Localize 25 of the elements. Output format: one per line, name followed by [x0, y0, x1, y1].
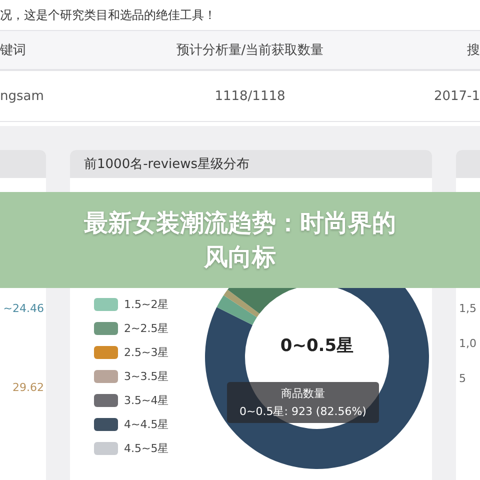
intro-text: 况，这是个研究类目和选品的绝佳工具！ [0, 0, 480, 30]
value-label: ~24.46 [3, 302, 44, 315]
tooltip-text: 0~0.5星: 923 (82.56%) [240, 404, 366, 419]
legend-label[interactable]: 1.5~2星 [124, 296, 169, 312]
legend-label[interactable]: 3~3.5星 [124, 368, 169, 384]
column-header: 搜 [466, 42, 480, 59]
table-cell-text: ngsam [0, 88, 45, 104]
table-cell-text: 1118/1118 [214, 88, 286, 104]
legend-label[interactable]: 4~4.5星 [124, 416, 169, 432]
table-cell-text: 2017-1 [432, 88, 480, 104]
column-header: 键词 [0, 42, 27, 59]
axis-tick: 1,5 [459, 302, 478, 315]
column-header: 预计分析量/当前获取数量 [175, 42, 325, 59]
legend-label[interactable]: 2~2.5星 [124, 320, 169, 336]
axis-tick: 5 [459, 372, 467, 385]
panel-title: 前1000名-reviews星级分布 [70, 150, 432, 178]
value-label: 29.62 [12, 381, 44, 394]
axis-tick: 1,0 [459, 337, 478, 350]
center-label: 0~0.5星 [279, 335, 355, 357]
legend-label[interactable]: 2.5~3星 [124, 344, 169, 360]
legend-label[interactable]: 4.5~5星 [124, 440, 169, 456]
headline-text: 风向标 [204, 242, 276, 273]
tooltip-title: 商品数量 [281, 386, 325, 401]
legend-label[interactable]: 3.5~4星 [124, 392, 169, 408]
headline-text: 最新女装潮流趋势：时尚界的 [84, 208, 396, 239]
